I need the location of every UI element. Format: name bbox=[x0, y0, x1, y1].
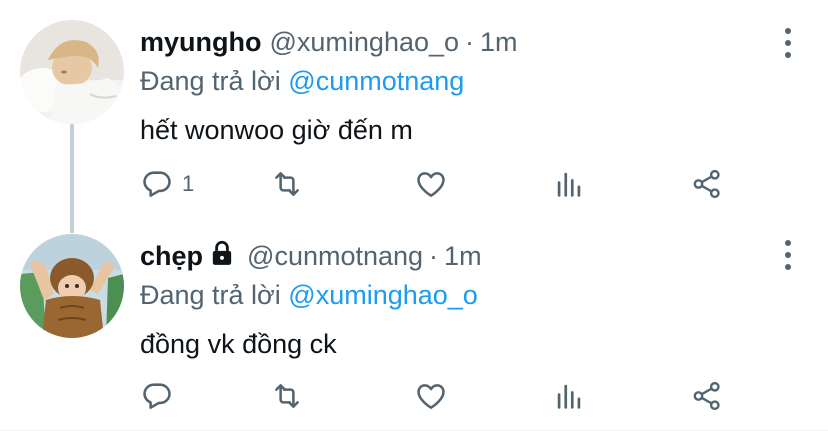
share-button[interactable] bbox=[690, 164, 724, 204]
share-button[interactable] bbox=[690, 376, 724, 416]
timestamp[interactable]: 1m bbox=[444, 241, 482, 272]
more-options-button[interactable] bbox=[778, 240, 798, 270]
tweet-text: đồng vk đồng ck bbox=[140, 329, 337, 359]
avatar-photo-icon bbox=[20, 20, 124, 124]
avatar[interactable] bbox=[20, 234, 124, 338]
more-options-button[interactable] bbox=[778, 28, 798, 58]
retweet-button[interactable] bbox=[270, 164, 304, 204]
replying-prefix: Đang trả lời bbox=[140, 66, 281, 96]
heart-icon bbox=[417, 384, 445, 409]
analytics-button[interactable] bbox=[552, 376, 586, 416]
tweet-actions bbox=[140, 376, 740, 416]
tweet-header: myungho @xuminghao_o · 1m bbox=[140, 22, 808, 62]
more-dot bbox=[785, 252, 791, 258]
tweet[interactable]: chẹp @cunmotnang · 1m Đang trả lời @xumi… bbox=[0, 222, 828, 431]
more-dot bbox=[785, 40, 791, 46]
analytics-button[interactable] bbox=[552, 164, 586, 204]
more-vertical-icon bbox=[785, 240, 791, 246]
mention-link[interactable]: @cunmotnang bbox=[288, 66, 464, 96]
tweet[interactable]: myungho @xuminghao_o · 1m Đang trả lời @… bbox=[0, 0, 828, 222]
timestamp[interactable]: 1m bbox=[480, 27, 518, 58]
analytics-icon bbox=[557, 384, 581, 409]
user-handle[interactable]: @cunmotnang bbox=[247, 241, 423, 272]
reply-thread: myungho @xuminghao_o · 1m Đang trả lời @… bbox=[0, 0, 828, 431]
tweet-content: chẹp @cunmotnang · 1m Đang trả lời @xumi… bbox=[140, 236, 808, 362]
tweet-content: myungho @xuminghao_o · 1m Đang trả lời @… bbox=[140, 22, 808, 148]
separator: · bbox=[429, 240, 439, 271]
avatar[interactable] bbox=[20, 20, 124, 124]
tweet-header: chẹp @cunmotnang · 1m bbox=[140, 236, 808, 276]
like-button[interactable] bbox=[414, 164, 448, 204]
reply-count: 1 bbox=[182, 171, 195, 196]
reply-button[interactable]: 1 bbox=[140, 164, 194, 204]
heart-icon bbox=[417, 172, 445, 197]
more-dot bbox=[785, 52, 791, 58]
reply-button[interactable] bbox=[140, 376, 182, 416]
replying-to: Đang trả lời @xuminghao_o bbox=[140, 276, 808, 314]
lock-icon bbox=[209, 239, 235, 274]
more-vertical-icon bbox=[785, 28, 791, 34]
more-dot bbox=[785, 264, 791, 270]
display-name[interactable]: myungho bbox=[140, 27, 262, 58]
retweet-button[interactable] bbox=[270, 376, 304, 416]
display-name[interactable]: chẹp bbox=[140, 241, 203, 272]
replying-to: Đang trả lời @cunmotnang bbox=[140, 62, 808, 100]
avatar-photo-icon bbox=[20, 234, 124, 338]
share-icon bbox=[693, 381, 720, 411]
tweet-text: hết wonwoo giờ đến m bbox=[140, 115, 413, 145]
replying-prefix: Đang trả lời bbox=[140, 280, 281, 310]
retweet-icon bbox=[275, 384, 299, 408]
tweet-actions: 1 bbox=[140, 164, 740, 204]
mention-link[interactable]: @xuminghao_o bbox=[288, 280, 478, 310]
reply-icon bbox=[143, 383, 171, 409]
separator: · bbox=[465, 26, 475, 57]
share-icon bbox=[693, 169, 720, 199]
reply-icon bbox=[143, 171, 171, 197]
user-handle[interactable]: @xuminghao_o bbox=[270, 27, 460, 58]
retweet-icon bbox=[275, 172, 299, 196]
like-button[interactable] bbox=[414, 376, 448, 416]
analytics-icon bbox=[557, 172, 581, 197]
